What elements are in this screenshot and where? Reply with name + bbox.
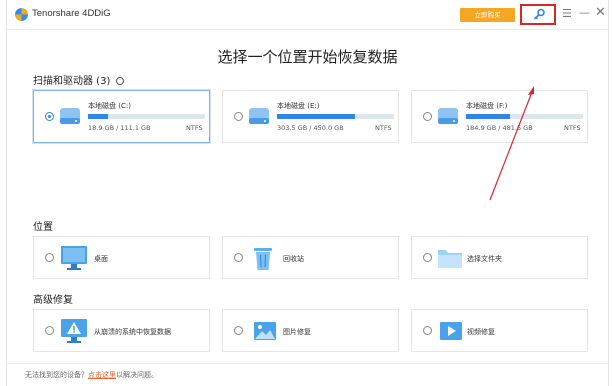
location-card-recycle-bin[interactable]: 回收站 — [222, 236, 399, 279]
drives-section-text: 扫描和驱动器 (3) — [33, 76, 111, 87]
app-logo-icon — [15, 8, 28, 21]
advanced-section-label: 高级修复 — [33, 295, 73, 306]
title-bar: Tenorshare 4DDiG 立即购买 ☰ — ✕ — [7, 0, 608, 30]
hard-drive-icon — [438, 108, 458, 124]
advanced-card-image-repair[interactable]: 图片修复 — [222, 309, 399, 352]
location-radio[interactable] — [423, 253, 432, 262]
footer: 无法找到您的设备？点击这里以解决问题。 — [7, 363, 608, 386]
drive-size: 18.9 GB / 111.1 GB — [88, 124, 151, 132]
drive-size: 303.5 GB / 450.0 GB — [277, 124, 344, 132]
drive-name: 本地磁盘 (E:) — [277, 102, 320, 110]
desktop-icon — [61, 246, 87, 270]
footer-suffix: 以解决问题。 — [116, 371, 158, 379]
hard-drive-icon — [60, 108, 80, 124]
drive-usage-bar — [88, 114, 205, 119]
advanced-label: 从崩溃的系统中恢复数据 — [94, 328, 171, 336]
drive-radio[interactable] — [234, 112, 243, 121]
crashed-system-icon — [61, 319, 87, 343]
advanced-label: 图片修复 — [283, 328, 311, 336]
advanced-label: 视频修复 — [467, 328, 495, 336]
drive-filesystem: NTFS — [186, 124, 203, 132]
drives-section-label: 扫描和驱动器 (3) — [33, 72, 124, 87]
drive-size: 184.9 GB / 481.5 GB — [466, 124, 533, 132]
location-label: 桌面 — [94, 255, 108, 263]
minimize-icon[interactable]: — — [579, 6, 590, 19]
video-repair-icon — [440, 322, 462, 340]
drive-card-e[interactable]: 本地磁盘 (E:) 303.5 GB / 450.0 GB NTFS — [222, 90, 399, 143]
folder-icon — [438, 250, 462, 268]
key-icon[interactable] — [532, 8, 546, 22]
drive-card-f[interactable]: 本地磁盘 (F:) 184.9 GB / 481.5 GB NTFS — [411, 90, 588, 143]
drive-usage-fill — [466, 114, 511, 119]
advanced-radio[interactable] — [423, 326, 432, 335]
page-title: 选择一个位置开始恢复数据 — [217, 48, 398, 66]
drive-name: 本地磁盘 (C:) — [88, 102, 131, 110]
drive-usage-fill — [277, 114, 356, 119]
drive-radio[interactable] — [45, 112, 54, 121]
advanced-radio[interactable] — [234, 326, 243, 335]
app-title: Tenorshare 4DDiG — [32, 8, 111, 19]
location-section-label: 位置 — [33, 222, 53, 233]
drive-filesystem: NTFS — [564, 124, 581, 132]
advanced-card-crashed-system[interactable]: 从崩溃的系统中恢复数据 — [33, 309, 210, 352]
drive-usage-fill — [88, 114, 108, 119]
drive-card-c[interactable]: 本地磁盘 (C:) 18.9 GB / 111.1 GB NTFS — [33, 90, 210, 143]
buy-now-button[interactable]: 立即购买 — [460, 8, 515, 22]
recycle-bin-icon — [254, 248, 272, 270]
footer-help: 无法找到您的设备？点击这里以解决问题。 — [25, 370, 158, 380]
app-window: Tenorshare 4DDiG 立即购买 ☰ — ✕ 选择一个位置开始恢复数据… — [6, 0, 609, 386]
drive-usage-bar — [466, 114, 583, 119]
hard-drive-icon — [249, 108, 269, 124]
drive-radio[interactable] — [423, 112, 432, 121]
location-label: 选择文件夹 — [467, 255, 502, 263]
location-radio[interactable] — [234, 253, 243, 262]
drive-usage-bar — [277, 114, 394, 119]
refresh-icon[interactable] — [115, 77, 124, 85]
register-key-highlight[interactable] — [520, 4, 556, 25]
location-label: 回收站 — [283, 255, 304, 263]
image-repair-icon — [254, 322, 276, 340]
footer-help-link[interactable]: 点击这里 — [88, 371, 116, 379]
advanced-radio[interactable] — [45, 326, 54, 335]
location-radio[interactable] — [45, 253, 54, 262]
footer-text: 无法找到您的设备？ — [25, 371, 88, 379]
location-card-select-folder[interactable]: 选择文件夹 — [411, 236, 588, 279]
advanced-card-video-repair[interactable]: 视频修复 — [411, 309, 588, 352]
close-icon[interactable]: ✕ — [595, 5, 606, 20]
menu-icon[interactable]: ☰ — [562, 8, 572, 20]
drive-name: 本地磁盘 (F:) — [466, 102, 508, 110]
drive-filesystem: NTFS — [375, 124, 392, 132]
location-card-desktop[interactable]: 桌面 — [33, 236, 210, 279]
